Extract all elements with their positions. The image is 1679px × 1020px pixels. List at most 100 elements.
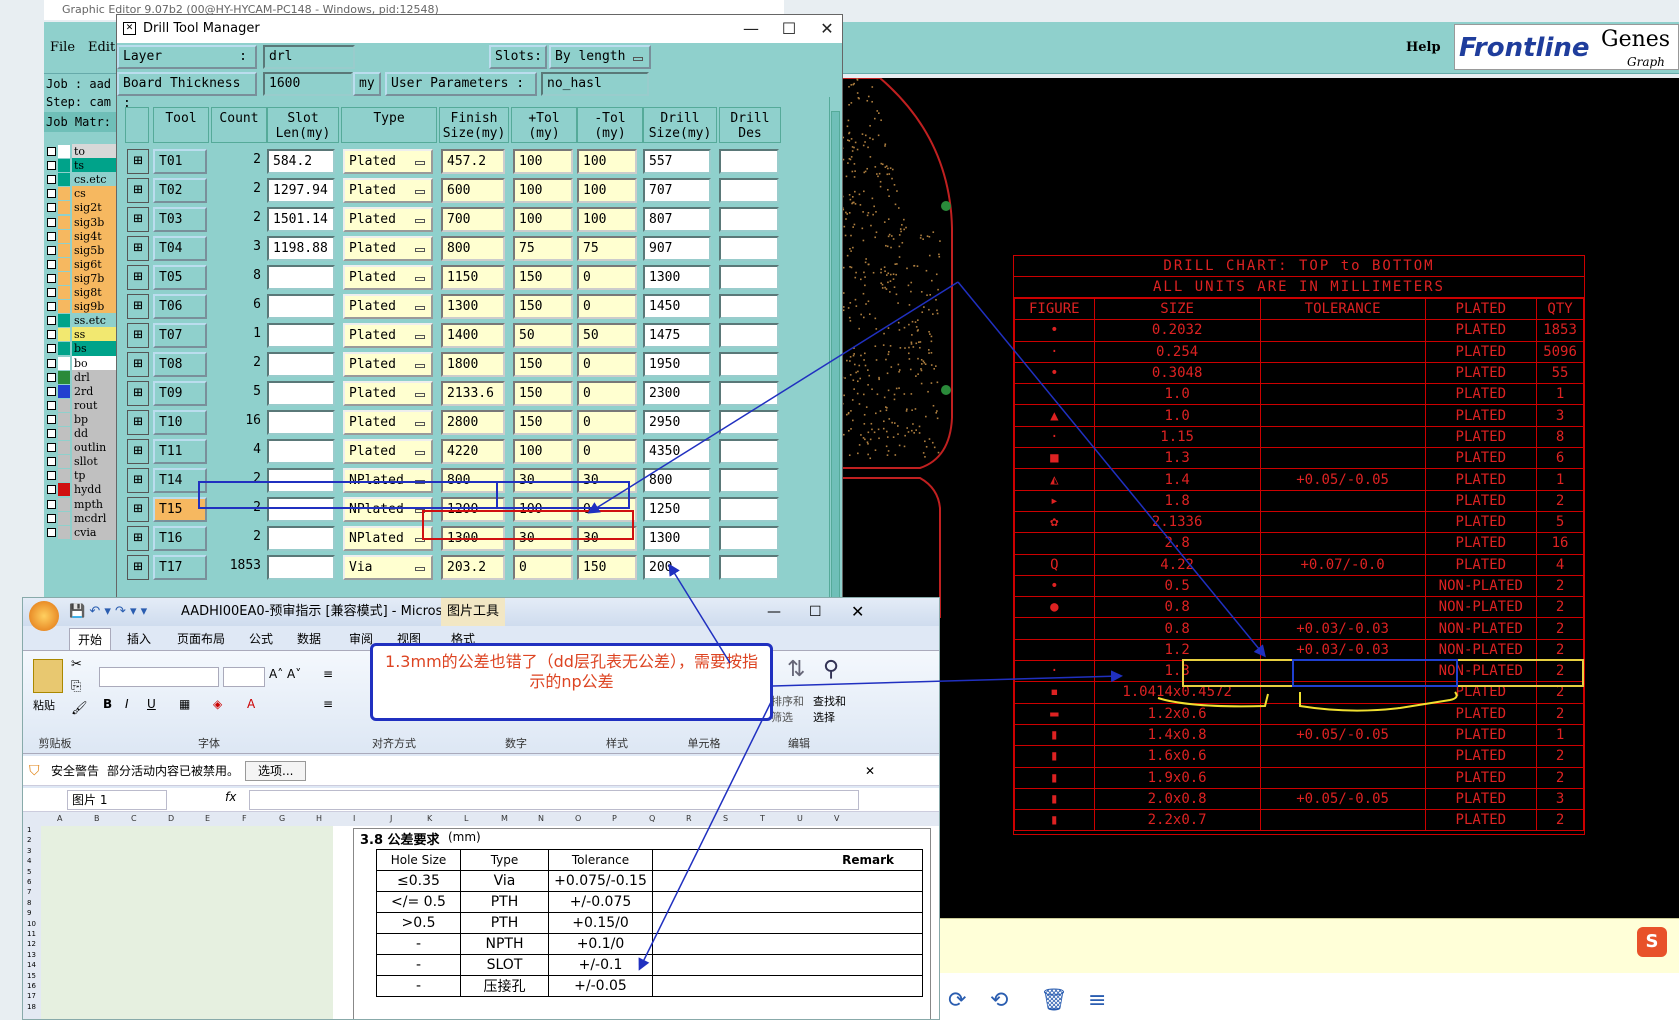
row-number[interactable]: 15 xyxy=(27,972,36,980)
drill-size-field[interactable]: 907 xyxy=(643,236,711,261)
slot-length-field[interactable] xyxy=(267,352,335,377)
minus-tol-field[interactable]: 150 xyxy=(577,555,637,580)
minimize-icon[interactable]: — xyxy=(731,15,771,43)
drill-des-field[interactable] xyxy=(719,555,779,580)
expand-plus-icon[interactable]: ⊞ xyxy=(127,526,149,551)
layer-checkbox[interactable] xyxy=(47,457,56,467)
layer-row[interactable]: sllot xyxy=(44,454,116,470)
expand-plus-icon[interactable]: ⊞ xyxy=(127,497,149,522)
tool-name[interactable]: T02 xyxy=(153,178,207,203)
layer-row[interactable]: sig2t xyxy=(44,200,116,216)
drill-des-field[interactable] xyxy=(719,439,779,464)
maximize-icon[interactable]: ☐ xyxy=(809,598,822,626)
plus-tol-field[interactable]: 150 xyxy=(513,410,573,435)
type-dropdown[interactable]: Plated xyxy=(343,294,433,319)
fx-icon[interactable]: fx xyxy=(225,790,236,804)
rotate-clockwise-icon[interactable]: ⟳ xyxy=(948,988,966,1013)
tool-name[interactable]: T03 xyxy=(153,207,207,232)
layer-row[interactable]: ss.etc xyxy=(44,313,116,329)
expand-plus-icon[interactable]: ⊞ xyxy=(127,265,149,290)
copy-icon[interactable]: ⎘ xyxy=(71,679,81,694)
row-number[interactable]: 7 xyxy=(27,888,31,896)
drill-des-field[interactable] xyxy=(719,526,779,551)
layer-row[interactable]: sig3b xyxy=(44,214,116,230)
layer-row[interactable]: mpth xyxy=(44,496,116,512)
expand-plus-icon[interactable]: ⊞ xyxy=(127,149,149,174)
tool-name[interactable]: T17 xyxy=(153,555,207,580)
finish-size-field[interactable]: 2800 xyxy=(441,410,505,435)
minus-tol-field[interactable]: 100 xyxy=(577,178,637,203)
column-letter[interactable]: L xyxy=(464,814,468,823)
layer-checkbox[interactable] xyxy=(47,259,56,269)
layer-row[interactable]: dd xyxy=(44,426,116,441)
slot-length-field[interactable] xyxy=(267,439,335,464)
tool-name[interactable]: T05 xyxy=(153,265,207,290)
job-matrix-button[interactable]: Job Matr: xyxy=(44,112,116,132)
type-dropdown[interactable]: Plated xyxy=(343,381,433,406)
finish-size-field[interactable]: 2133.6 xyxy=(441,381,505,406)
expand-plus-icon[interactable]: ⊞ xyxy=(127,178,149,203)
slot-length-field[interactable]: 1198.88 xyxy=(267,236,335,261)
menu-edit[interactable]: Edit xyxy=(88,40,115,55)
bold-icon[interactable]: B xyxy=(103,697,112,711)
drill-des-field[interactable] xyxy=(719,294,779,319)
type-dropdown[interactable]: Plated xyxy=(343,352,433,377)
cut-icon[interactable]: ✂ xyxy=(71,657,82,672)
align-icon[interactable]: ≡ xyxy=(323,667,333,681)
layer-checkbox[interactable] xyxy=(47,231,56,241)
drill-size-field[interactable]: 1300 xyxy=(643,265,711,290)
type-dropdown[interactable]: Via xyxy=(343,555,433,580)
finish-size-field[interactable]: 1800 xyxy=(441,352,505,377)
layer-row[interactable]: tp xyxy=(44,468,116,484)
column-letter[interactable]: O xyxy=(575,814,581,823)
drill-size-field[interactable]: 200 xyxy=(643,555,711,580)
drill-size-field[interactable]: 1950 xyxy=(643,352,711,377)
plus-tol-field[interactable]: 150 xyxy=(513,294,573,319)
column-letter[interactable]: V xyxy=(834,814,839,823)
drill-des-field[interactable] xyxy=(719,381,779,406)
column-letter[interactable]: H xyxy=(316,814,322,823)
type-dropdown[interactable]: Plated xyxy=(343,439,433,464)
drill-des-field[interactable] xyxy=(719,468,779,493)
layer-checkbox[interactable] xyxy=(47,273,56,283)
column-letter[interactable]: U xyxy=(797,814,803,823)
layer-row[interactable]: cs xyxy=(44,186,116,202)
layer-row[interactable]: bo xyxy=(44,355,116,371)
trash-icon[interactable]: 🗑 xyxy=(1040,988,1068,1013)
paste-label[interactable]: 粘贴 xyxy=(33,697,55,713)
plus-tol-field[interactable]: 100 xyxy=(513,178,573,203)
type-dropdown[interactable]: Plated xyxy=(343,323,433,348)
slot-length-field[interactable] xyxy=(267,555,335,580)
column-letter[interactable]: D xyxy=(168,814,174,823)
slot-length-field[interactable] xyxy=(267,410,335,435)
column-letter[interactable]: T xyxy=(760,814,765,823)
finish-size-field[interactable]: 1300 xyxy=(441,294,505,319)
row-number[interactable]: 3 xyxy=(27,847,31,855)
minus-tol-field[interactable]: 0 xyxy=(577,294,637,319)
finish-size-field[interactable]: 1150 xyxy=(441,265,505,290)
layer-row[interactable]: cvia xyxy=(44,524,116,540)
plus-tol-field[interactable]: 75 xyxy=(513,236,573,261)
drill-size-field[interactable]: 557 xyxy=(643,149,711,174)
column-letter[interactable]: N xyxy=(538,814,544,823)
tolerance-picture[interactable]: 3.8 公差要求 (mm) Hole Size Type Tolerance Rema… xyxy=(353,828,931,1019)
minus-tol-field[interactable]: 50 xyxy=(577,323,637,348)
column-letter[interactable]: A xyxy=(57,814,62,823)
close-icon[interactable]: ✕ xyxy=(807,15,842,43)
row-number[interactable]: 12 xyxy=(27,940,36,948)
drill-size-field[interactable]: 1300 xyxy=(643,526,711,551)
expand-plus-icon[interactable]: ⊞ xyxy=(127,439,149,464)
drill-des-field[interactable] xyxy=(719,497,779,522)
minus-tol-field[interactable]: 75 xyxy=(577,236,637,261)
row-number[interactable]: 5 xyxy=(27,868,31,876)
row-number[interactable]: 6 xyxy=(27,878,31,886)
font-color-icon[interactable]: A xyxy=(247,697,255,711)
quick-access-icons[interactable]: 💾 ↶ ▾ ↷ ▾ ▾ xyxy=(69,598,147,626)
layer-checkbox[interactable] xyxy=(47,161,56,171)
layer-checkbox[interactable] xyxy=(47,414,56,424)
layer-checkbox[interactable] xyxy=(47,147,56,156)
drill-size-field[interactable]: 2300 xyxy=(643,381,711,406)
layer-checkbox[interactable] xyxy=(47,386,56,396)
maximize-icon[interactable]: ☐ xyxy=(769,15,809,43)
tool-name[interactable]: T11 xyxy=(153,439,207,464)
